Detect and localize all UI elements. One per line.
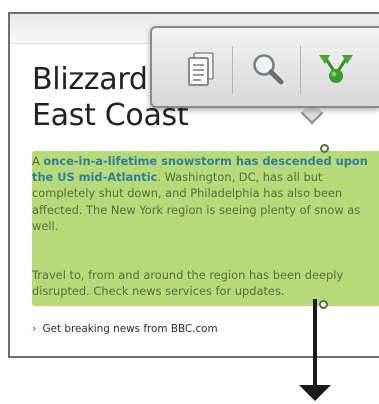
article-paragraph-2[interactable]: Travel to, from and around the region ha… [32, 267, 379, 299]
chevron-right-icon: › [32, 322, 37, 335]
selection-action-popup [150, 26, 379, 108]
selection-start-handle[interactable] [320, 144, 329, 153]
magnifier-icon [251, 52, 285, 90]
drag-direction-arrow [313, 299, 317, 392]
search-button[interactable] [246, 48, 290, 94]
share-icon [316, 51, 356, 91]
copy-icon [187, 51, 217, 91]
arrow-down-icon [299, 385, 331, 401]
selection-end-handle[interactable] [319, 300, 328, 309]
popup-divider [300, 46, 301, 94]
p1-lead: A [32, 154, 44, 168]
footer-link-label: Get breaking news from BBC.com [42, 322, 218, 335]
copy-button[interactable] [180, 48, 224, 94]
article-paragraph-1[interactable]: A once-in-a-lifetime snowstorm has desce… [32, 153, 379, 234]
bbc-news-link[interactable]: › Get breaking news from BBC.com [32, 322, 218, 335]
popup-divider [232, 46, 233, 94]
share-button[interactable] [314, 48, 358, 94]
